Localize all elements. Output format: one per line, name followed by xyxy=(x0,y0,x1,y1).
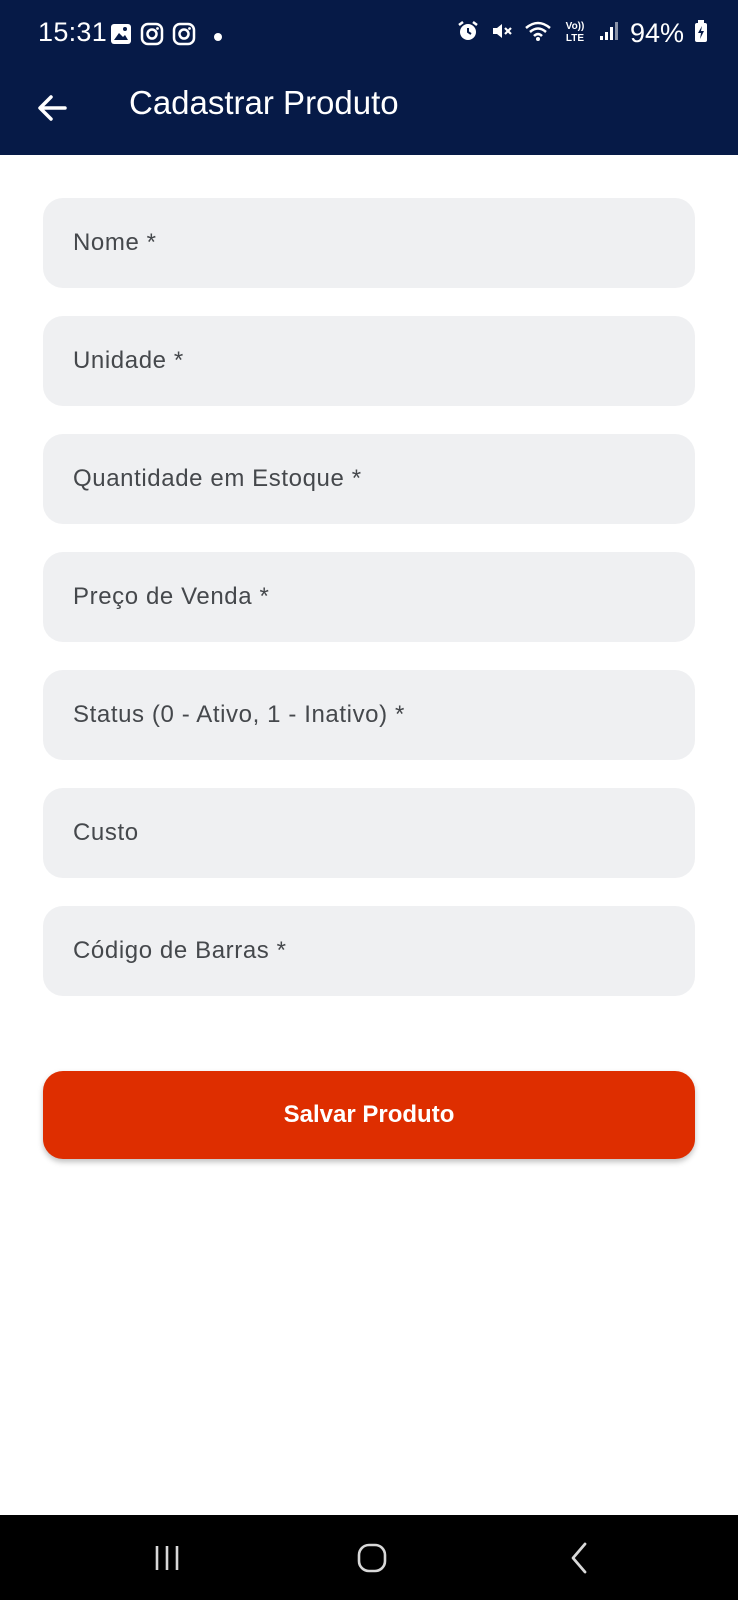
system-back-button[interactable] xyxy=(550,1533,610,1583)
back-icon xyxy=(571,1542,587,1574)
name-input[interactable] xyxy=(43,198,695,288)
instagram-icon xyxy=(140,22,164,51)
product-form xyxy=(43,198,695,1024)
unit-input[interactable] xyxy=(43,316,695,406)
status-notification-icons xyxy=(110,22,222,51)
top-app-bar: 15:31 Vo)) LTE 94% Cadastrar Produto xyxy=(0,0,738,155)
status-input[interactable] xyxy=(43,670,695,760)
back-button[interactable] xyxy=(26,82,78,134)
volte-icon: Vo)) LTE xyxy=(562,18,588,49)
home-button[interactable] xyxy=(342,1533,402,1583)
barcode-input[interactable] xyxy=(43,906,695,996)
battery-charging-icon xyxy=(694,19,708,48)
save-product-button[interactable]: Salvar Produto xyxy=(43,1071,695,1159)
gallery-icon xyxy=(110,23,132,50)
battery-percentage: 94% xyxy=(629,18,684,48)
cost-field-container xyxy=(43,788,695,878)
stock-quantity-input[interactable] xyxy=(43,434,695,524)
arrow-back-icon xyxy=(38,95,67,121)
page-title: Cadastrar Produto xyxy=(129,84,399,121)
app-bar: Cadastrar Produto xyxy=(0,70,738,155)
recent-apps-button[interactable] xyxy=(137,1533,197,1583)
mute-icon xyxy=(490,19,514,48)
status-field-container xyxy=(43,670,695,760)
svg-text:Vo)): Vo)) xyxy=(566,21,585,32)
name-field-container xyxy=(43,198,695,288)
instagram-icon xyxy=(172,22,196,51)
status-bar: 15:31 Vo)) LTE 94% xyxy=(0,0,738,70)
wifi-icon xyxy=(524,19,552,48)
svg-text:LTE: LTE xyxy=(566,33,584,44)
recent-apps-icon xyxy=(155,1546,179,1570)
sale-price-input[interactable] xyxy=(43,552,695,642)
status-system-icons: Vo)) LTE 94% xyxy=(456,18,708,49)
system-navigation-bar xyxy=(0,1515,738,1600)
stock-quantity-field-container xyxy=(43,434,695,524)
barcode-field-container xyxy=(43,906,695,996)
signal-icon xyxy=(598,20,620,47)
home-icon xyxy=(357,1543,387,1573)
status-time: 15:31 xyxy=(38,17,108,47)
sale-price-field-container xyxy=(43,552,695,642)
cost-input[interactable] xyxy=(43,788,695,878)
notification-dot-icon xyxy=(214,32,222,41)
unit-field-container xyxy=(43,316,695,406)
alarm-icon xyxy=(456,19,480,48)
